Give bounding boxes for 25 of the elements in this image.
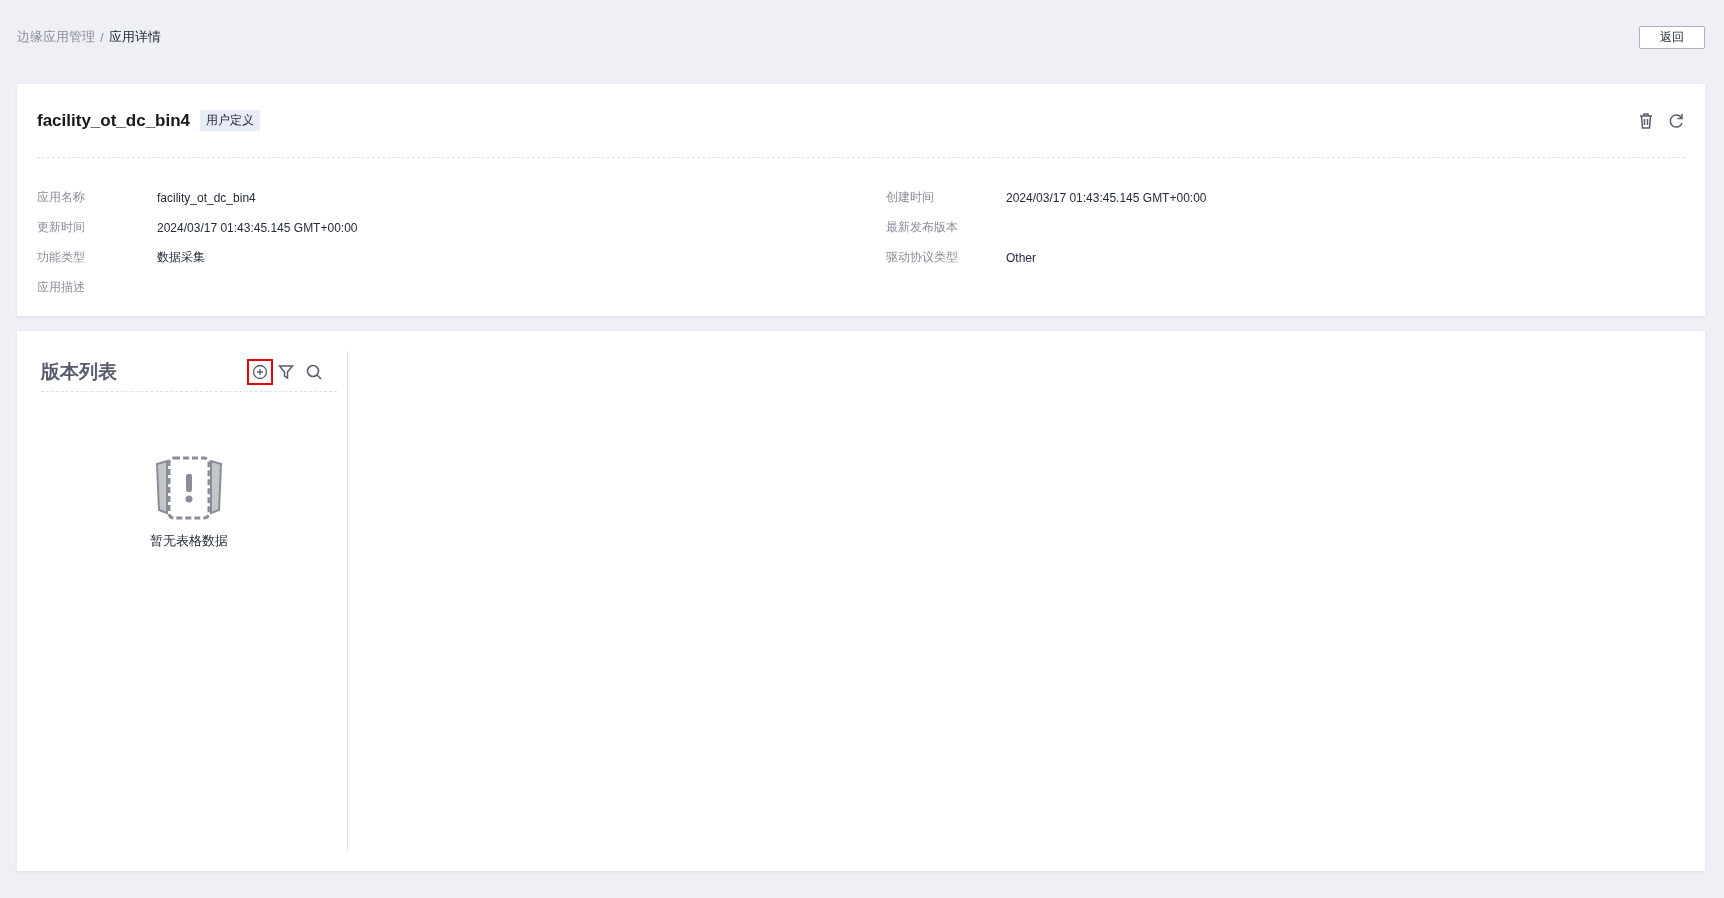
field-value: Other: [1006, 250, 1036, 265]
search-icon[interactable]: [305, 363, 323, 381]
breadcrumb-item: 应用详情: [108, 28, 161, 46]
empty-message: 暂无表格数据: [150, 532, 228, 550]
field-value: 2024/03/17 01:43:45.145 GMT+00:00: [1006, 190, 1207, 205]
empty-data-icon: [155, 456, 223, 520]
add-button[interactable]: [247, 359, 273, 385]
field-label: 更新时间: [37, 219, 86, 236]
field-value: 数据采集: [157, 249, 205, 266]
field-label: 创建时间: [886, 189, 935, 206]
app-title: facility_ot_dc_bin4: [37, 110, 191, 131]
field-label: 应用名称: [37, 189, 86, 206]
app-tag: 用户定义: [200, 110, 261, 131]
section-title: 版本列表: [41, 360, 117, 384]
field-label: 应用描述: [37, 279, 86, 296]
delete-icon[interactable]: [1637, 111, 1655, 130]
field-label: 驱动协议类型: [886, 249, 959, 266]
breadcrumb-separator: /: [100, 29, 104, 45]
field-label: 最新发布版本: [886, 219, 959, 236]
refresh-icon[interactable]: [1667, 111, 1685, 130]
filter-icon[interactable]: [277, 363, 295, 381]
field-value: facility_ot_dc_bin4: [157, 190, 256, 205]
back-button[interactable]: 返回: [1639, 25, 1705, 49]
field-label: 功能类型: [37, 249, 86, 266]
field-value: 2024/03/17 01:43:45.145 GMT+00:00: [157, 220, 358, 235]
